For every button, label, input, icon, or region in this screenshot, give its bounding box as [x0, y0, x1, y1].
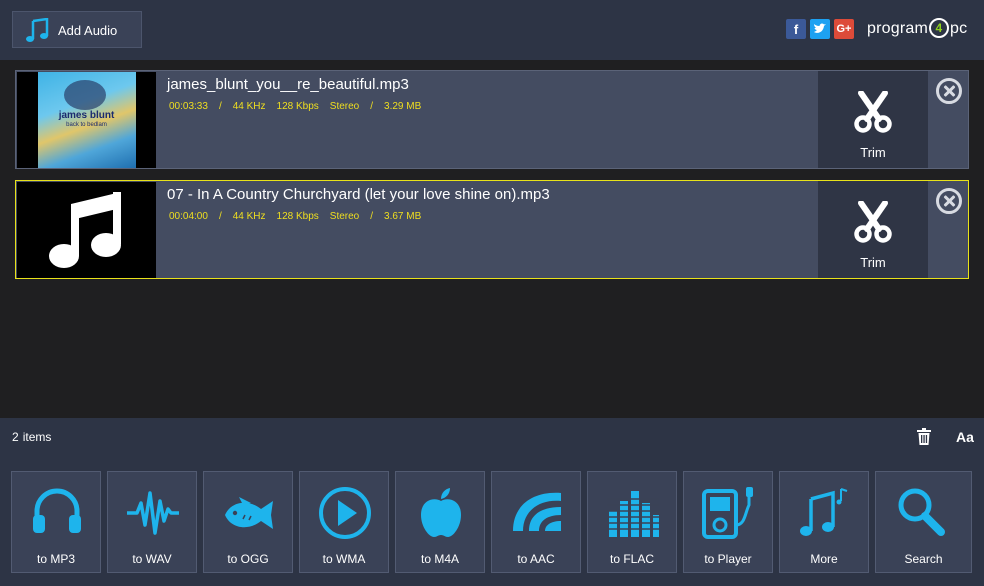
scissors-icon — [854, 91, 892, 133]
music-note-icon — [48, 192, 121, 268]
file-name: james_blunt_you__re_beautiful.mp3 — [167, 76, 409, 93]
trim-button[interactable]: Trim — [818, 71, 928, 168]
facebook-icon[interactable]: f — [786, 19, 806, 39]
status-bar: 2 items Aa — [0, 418, 984, 456]
trim-label: Trim — [860, 255, 886, 270]
duration: 00:03:33 — [169, 101, 208, 112]
to-flac-button[interactable]: to FLAC — [587, 471, 677, 573]
apple-icon — [421, 488, 461, 537]
fish-icon — [225, 497, 273, 529]
cover-subtitle: back to bedlam — [66, 122, 107, 128]
to-m4a-button[interactable]: to M4A — [395, 471, 485, 573]
font-size-button[interactable]: Aa — [956, 429, 974, 445]
to-mp3-button[interactable]: to MP3 — [11, 471, 101, 573]
social-links: f G+ — [786, 19, 854, 39]
trim-button[interactable]: Trim — [818, 181, 928, 278]
search-button[interactable]: Search — [875, 471, 972, 573]
music-notes-icon — [800, 488, 848, 536]
brand-logo: program 4 pc — [867, 18, 968, 38]
media-player-icon — [702, 487, 753, 539]
more-button[interactable]: More — [779, 471, 869, 573]
scissors-icon — [854, 201, 892, 243]
to-aac-button[interactable]: to AAC — [491, 471, 581, 573]
add-audio-button[interactable]: Add Audio — [12, 11, 142, 48]
duration: 00:04:00 — [169, 211, 208, 222]
to-ogg-button[interactable]: to OGG — [203, 471, 293, 573]
play-icon — [319, 487, 371, 539]
search-icon — [898, 488, 945, 536]
trash-icon[interactable] — [917, 428, 931, 445]
headphones-icon — [33, 488, 81, 533]
music-note-icon — [26, 18, 49, 42]
file-size: 3.29 MB — [384, 101, 422, 112]
bitrate: 128 Kbps — [276, 211, 319, 222]
equalizer-icon — [607, 491, 659, 537]
file-row[interactable]: 07 - In A Country Churchyard (let your l… — [15, 180, 969, 279]
aac-wave-icon — [513, 492, 561, 531]
remove-file-icon[interactable] — [936, 188, 962, 214]
format-toolbar: to MP3 to WAV to OGG to WMA to M4A to AA… — [0, 456, 984, 586]
music-placeholder-thumb — [17, 182, 156, 278]
bitrate: 128 Kbps — [276, 101, 319, 112]
item-count: 2 items — [12, 430, 52, 444]
to-wav-button[interactable]: to WAV — [107, 471, 197, 573]
file-size: 3.67 MB — [384, 211, 422, 222]
file-meta: 00:03:33/ 44 KHz 128 Kbps Stereo/ 3.29 M… — [169, 101, 422, 112]
cover-title: james blunt — [58, 110, 115, 121]
album-cover: james blunt back to bedlam — [17, 72, 156, 168]
file-row[interactable]: james blunt back to bedlam james_blunt_y… — [15, 70, 969, 169]
sample-rate: 44 KHz — [232, 101, 266, 112]
channels: Stereo — [329, 101, 360, 112]
twitter-icon[interactable] — [810, 19, 830, 39]
google-plus-icon[interactable]: G+ — [834, 19, 854, 39]
file-meta: 00:04:00/ 44 KHz 128 Kbps Stereo/ 3.67 M… — [169, 211, 422, 222]
sample-rate: 44 KHz — [232, 211, 266, 222]
to-player-button[interactable]: to Player — [683, 471, 773, 573]
add-audio-label: Add Audio — [58, 23, 118, 38]
channels: Stereo — [329, 211, 360, 222]
file-name: 07 - In A Country Churchyard (let your l… — [167, 186, 550, 203]
waveform-icon — [127, 491, 179, 535]
top-toolbar: Add Audio f G+ program 4 pc — [0, 0, 984, 60]
to-wma-button[interactable]: to WMA — [299, 471, 389, 573]
trim-label: Trim — [860, 145, 886, 160]
remove-file-icon[interactable] — [936, 78, 962, 104]
file-list: james blunt back to bedlam james_blunt_y… — [15, 70, 969, 290]
